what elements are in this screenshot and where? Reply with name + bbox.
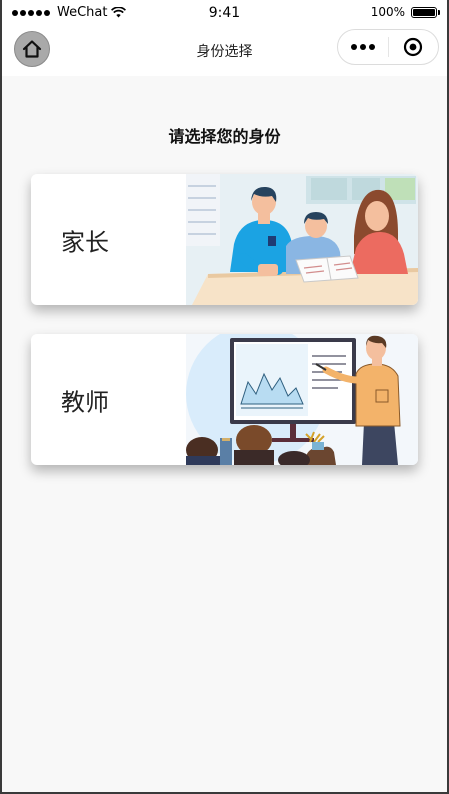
more-button[interactable]: [338, 44, 388, 50]
battery-icon: [411, 6, 440, 18]
role-label-teacher: 教师: [61, 388, 109, 416]
status-bar: WeChat 9:41 100%: [0, 0, 449, 28]
battery-fill: [413, 8, 435, 16]
nav-bar: 身份选择: [0, 28, 449, 76]
role-card-teacher[interactable]: 教师: [31, 334, 418, 465]
parent-child-homework-illustration: [186, 174, 418, 305]
teacher-presentation-illustration: [186, 334, 418, 465]
role-card-parent[interactable]: 家长: [31, 174, 418, 305]
record-close-icon: [404, 37, 423, 57]
page-heading: 请选择您的身份: [168, 127, 281, 146]
battery-percent: 100%: [370, 5, 405, 19]
miniprogram-capsule: [337, 29, 439, 65]
role-label-parent: 家长: [61, 228, 109, 256]
close-button[interactable]: [388, 37, 438, 57]
battery-info: 100%: [370, 5, 440, 19]
